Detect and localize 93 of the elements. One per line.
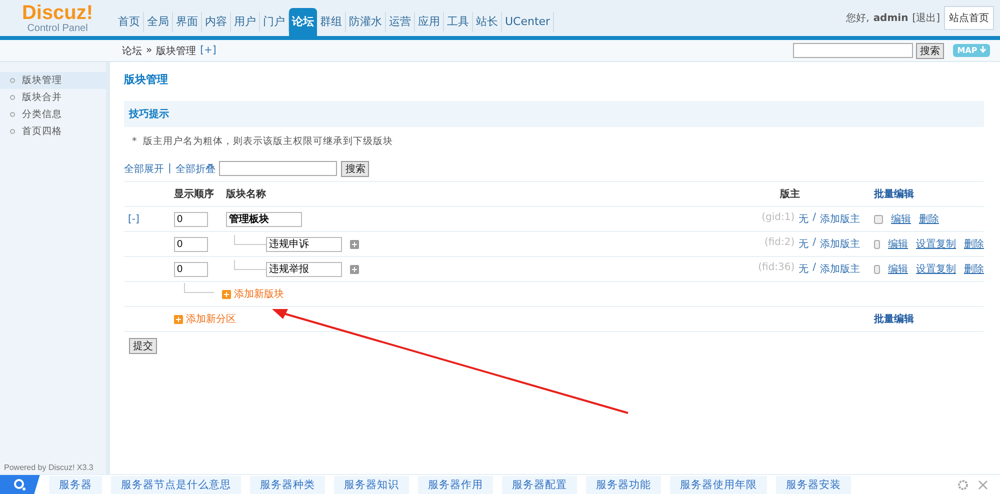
nav-tab[interactable]: 站长 [473,12,502,32]
add-moderator-link[interactable]: 添加版主 [820,212,860,226]
logout-link[interactable]: [退出] [912,11,940,25]
batch-edit-link[interactable]: 批量编辑 [874,187,914,201]
action-link[interactable]: 设置复制 [916,237,956,251]
checkbox[interactable] [874,214,883,224]
nav-tab[interactable]: 内容 [202,12,231,32]
add-subforum-icon[interactable] [350,264,359,274]
column-header: 显示顺序 [174,189,214,200]
separator: / [812,212,816,225]
action-link[interactable]: 删除 [919,212,939,226]
related-link[interactable]: 服务器作用 [418,476,493,494]
column-header: 版块名称 [226,188,266,201]
tip-text: * 版主用户名为粗体，则表示该版主权限可继承到下级版块 [131,135,394,149]
add-moderator-link[interactable]: 添加版主 [820,262,860,276]
moderator-link[interactable]: 无 [798,237,809,251]
action-link[interactable]: 删除 [964,237,984,251]
add-icon [222,290,231,298]
site-home-button[interactable]: 站点首页 [944,6,994,30]
forum-id: (fid:36) [758,262,795,275]
related-link[interactable]: 服务器种类 [250,476,325,494]
action-link[interactable]: 编辑 [891,212,911,226]
related-link[interactable]: 服务器 [49,476,102,494]
moderator-link[interactable]: 无 [798,262,809,276]
collapse-all-link[interactable]: 全部折叠 [175,162,216,176]
order-field[interactable]: 0 [174,212,208,226]
expand-all-link[interactable]: 全部展开 [124,162,164,176]
nav-tab[interactable]: 运营 [386,12,415,32]
sidebar-item[interactable]: 版块合并 [0,89,106,106]
logo-title: Discuz! [22,3,94,23]
related-link[interactable]: 服务器节点是什么意思 [111,476,241,494]
tips-title: 技巧提示 [124,101,984,127]
action-link[interactable]: 编辑 [888,262,908,276]
action-link[interactable]: 编辑 [888,237,908,251]
batch-edit-link[interactable]: 批量编辑 [874,312,914,326]
related-link[interactable]: 服务器使用年限 [670,476,767,494]
order-field[interactable]: 0 [174,236,208,252]
add-shortcut-link[interactable]: [+] [200,45,216,56]
related-link[interactable]: 服务器安装 [776,476,851,494]
submit-button[interactable]: 提交 [129,338,157,354]
forum-name-field[interactable]: 管理板块 [226,212,302,226]
forum-name-field[interactable]: 违规举报 [266,262,342,276]
forum-id: (fid:2) [764,237,795,250]
down-arrow-icon [980,46,986,53]
moderator-link[interactable]: 无 [798,212,809,226]
nav-tab[interactable]: UCenter [502,12,554,32]
username: admin [873,12,908,24]
related-link[interactable]: 服务器知识 [334,476,409,494]
nav-tab[interactable]: 全局 [144,12,173,32]
nav-tab[interactable]: 群组 [317,12,346,32]
related-link[interactable]: 服务器功能 [586,476,661,494]
breadcrumb-item: 版块管理 [156,44,196,58]
add-forum-link[interactable]: 添加新版块 [234,287,284,301]
nav-tab[interactable]: 防灌水 [346,12,386,32]
sidebar-item[interactable]: 版块管理 [0,72,106,89]
action-link[interactable]: 删除 [964,262,984,276]
nav-tab[interactable]: 工具 [444,12,473,32]
page-title: 版块管理 [124,72,169,88]
checkbox[interactable] [874,240,880,248]
forum-id: (gid:1) [762,212,795,225]
order-field[interactable]: 0 [174,262,208,276]
checkbox[interactable] [874,264,880,274]
nav-tab[interactable]: 首页 [115,12,144,32]
nav-tab[interactable]: 应用 [415,12,444,32]
close-icon[interactable] [978,480,988,490]
search-field[interactable] [793,43,914,58]
separator: / [812,262,816,275]
forum-name-field[interactable]: 违规申诉 [266,236,342,252]
add-category-link[interactable]: 添加新分区 [186,312,236,326]
settings-icon[interactable] [957,478,969,490]
related-link[interactable]: 服务器配置 [502,476,577,494]
breadcrumb-item: 论坛 [122,44,142,58]
separator: | [168,163,172,174]
collapse-toggle[interactable]: [-] [128,214,140,224]
filter-search-button[interactable]: 搜索 [341,160,370,176]
filter-field[interactable] [219,161,338,176]
breadcrumb-item: » [146,45,152,56]
greeting: 您好, [846,12,870,25]
add-moderator-link[interactable]: 添加版主 [820,237,860,251]
logo-subtitle: Control Panel [27,23,88,34]
tree-line [184,283,214,293]
nav-tab[interactable]: 论坛 [289,8,317,36]
nav-tab[interactable]: 用户 [231,12,260,32]
separator: / [812,237,816,250]
add-subforum-icon[interactable] [350,240,359,248]
column-header: 版主 [780,187,800,201]
sidebar-item[interactable]: 首页四格 [0,123,106,140]
sidebar-item[interactable]: 分类信息 [0,106,106,123]
add-icon [174,314,183,324]
action-link[interactable]: 设置复制 [916,262,956,276]
search-button[interactable]: 搜索 [916,42,944,58]
nav-tab[interactable]: 界面 [173,12,202,32]
powered-by: Powered by Discuz! X3.3 [3,463,94,474]
